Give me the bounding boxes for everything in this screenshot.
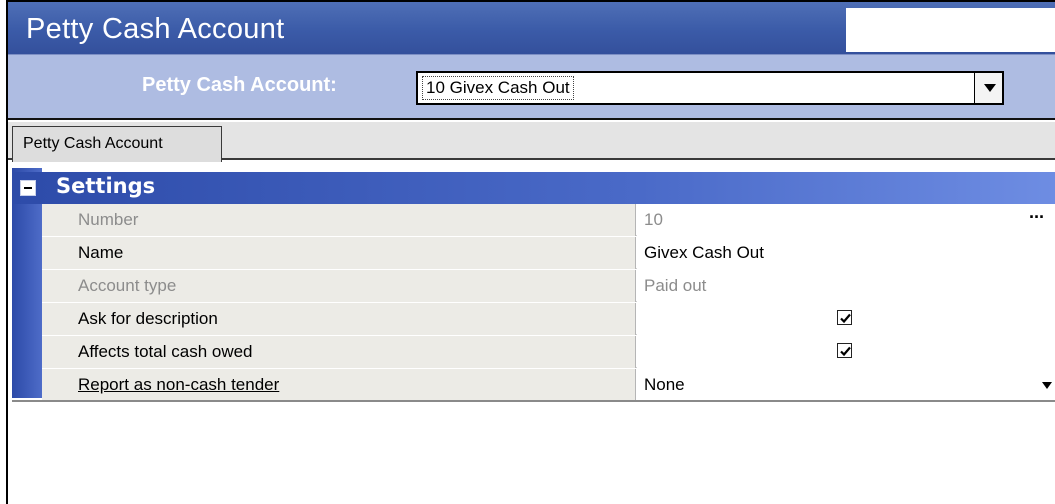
property-name-cell: Name [42,237,636,269]
report-as-non-cash-tender-select[interactable]: None [637,369,1055,401]
account-selector-label: Petty Cash Account: [142,74,337,96]
property-value-cell[interactable] [637,303,1055,335]
settings-category-label: Settings [56,174,156,198]
property-name-cell: Account type [42,270,636,302]
property-name-cell: Ask for description [42,303,636,335]
property-name-ask-for-description: Ask for description [78,309,218,328]
property-value-number: 10 [644,210,663,229]
tab-label: Petty Cash Account [23,135,163,152]
account-select[interactable]: 10 Givex Cash Out [416,71,1004,105]
title-blank-area [846,8,1055,52]
account-selector-bar: Petty Cash Account: 10 Givex Cash Out [8,54,1055,120]
property-row-affects-total-cash-owed[interactable]: Affects total cash owed [42,336,1055,368]
tab-strip: Petty Cash Account [8,122,1055,162]
property-grid-bottom-border [12,400,1055,402]
property-value-account-type: Paid out [644,276,707,295]
property-row-account-type[interactable]: Account type Paid out [42,270,1055,302]
property-name-number: Number [78,210,139,229]
affects-total-cash-owed-checkbox[interactable] [837,343,852,358]
title-bar: Petty Cash Account [8,2,1055,54]
checkmark-icon [840,346,851,357]
property-name-cell: Report as non-cash tender [42,369,636,401]
chevron-down-icon [984,84,996,92]
account-select-dropdown-button[interactable] [974,73,1002,103]
ellipsis-icon[interactable]: ··· [1029,207,1045,228]
property-value-report-as-non-cash-tender[interactable]: None [644,375,685,395]
property-row-ask-for-description[interactable]: Ask for description [42,303,1055,335]
property-row-number[interactable]: Number 10 ··· [42,204,1055,236]
property-value-cell[interactable] [637,336,1055,368]
settings-category-header[interactable]: Settings [12,172,1055,204]
property-grid: Settings Number 10 ··· Name Givex Cash O… [12,168,1055,402]
property-name-cell: Number [42,204,636,236]
property-name-cell: Affects total cash owed [42,336,636,368]
property-name-name: Name [78,243,124,262]
tab-petty-cash-account[interactable]: Petty Cash Account [12,126,222,162]
name-input[interactable]: Givex Cash Out [637,237,1055,269]
property-name-report-as-non-cash-tender[interactable]: Report as non-cash tender [78,375,279,395]
page-title: Petty Cash Account [26,13,285,45]
property-row-report-as-non-cash-tender[interactable]: Report as non-cash tender None [42,369,1055,401]
minus-box-icon[interactable] [20,180,36,196]
account-select-value[interactable]: 10 Givex Cash Out [422,76,574,100]
property-value-name[interactable]: Givex Cash Out [644,243,764,263]
property-value-cell: Paid out [637,270,1055,302]
checkmark-icon [840,313,851,324]
minus-glyph [24,187,32,189]
petty-cash-window: Petty Cash Account Petty Cash Account: 1… [6,0,1055,504]
chevron-down-icon[interactable] [1042,382,1052,389]
ask-for-description-checkbox[interactable] [837,310,852,325]
property-value-cell[interactable]: 10 ··· [637,204,1055,236]
property-name-affects-total-cash-owed: Affects total cash owed [78,342,253,361]
property-name-account-type: Account type [78,276,177,295]
property-row-name[interactable]: Name Givex Cash Out [42,237,1055,269]
